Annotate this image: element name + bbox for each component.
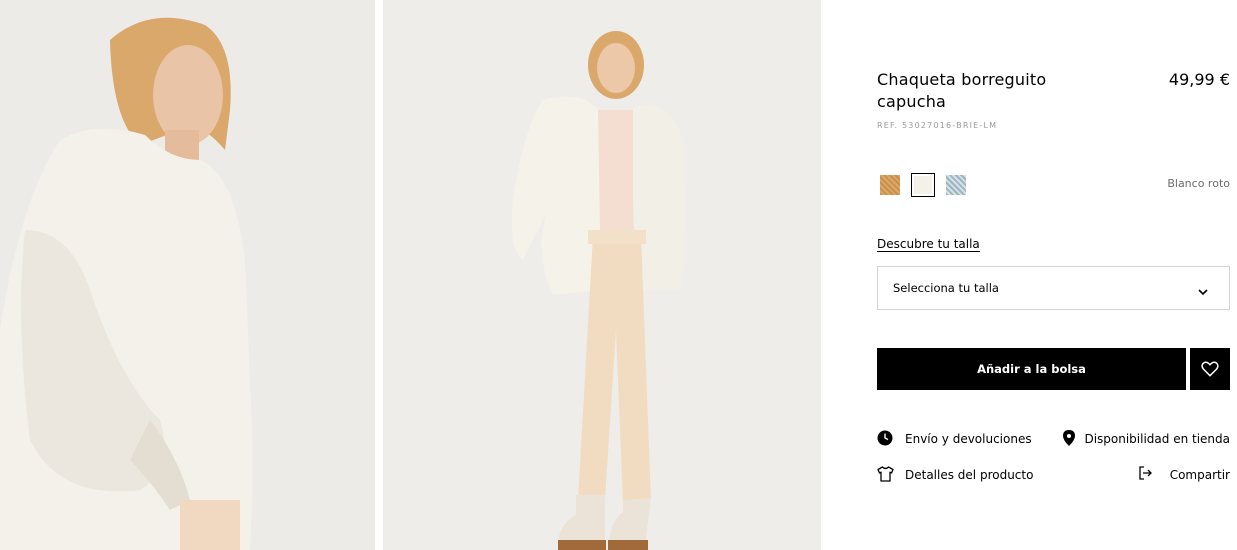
- shipping-returns-link[interactable]: Envío y devoluciones: [877, 430, 1032, 449]
- product-photo-closeup[interactable]: [0, 0, 375, 550]
- tshirt-icon: [877, 466, 894, 485]
- product-reference: REF. 53027016-BRIE-LM: [877, 121, 998, 130]
- color-swatch-blanco-roto[interactable]: [911, 173, 935, 197]
- model-closeup-image: [0, 0, 375, 550]
- store-availability-label: Disponibilidad en tienda: [1084, 432, 1230, 446]
- size-select[interactable]: Selecciona tu talla: [877, 266, 1230, 310]
- location-pin-icon: [1063, 430, 1076, 449]
- color-swatch-azul[interactable]: [946, 175, 966, 195]
- size-guide-link[interactable]: Descubre tu talla: [877, 237, 980, 251]
- wishlist-button[interactable]: [1190, 348, 1230, 390]
- shipping-returns-label: Envío y devoluciones: [905, 432, 1032, 446]
- size-select-placeholder: Selecciona tu talla: [893, 281, 999, 295]
- product-title: Chaqueta borreguito capucha: [877, 70, 1047, 111]
- heart-icon: [1201, 361, 1219, 377]
- share-arrow-icon: [1139, 466, 1153, 483]
- color-swatch-camel[interactable]: [880, 175, 900, 195]
- chevron-down-icon: [1197, 283, 1209, 302]
- store-availability-link[interactable]: Disponibilidad en tienda: [1063, 430, 1230, 449]
- swatch-fill: [914, 176, 932, 194]
- product-info-panel: Chaqueta borreguito capucha 49,99 € REF.…: [877, 0, 1230, 550]
- share-link[interactable]: Compartir: [1139, 466, 1230, 483]
- add-to-bag-button[interactable]: Añadir a la bolsa: [877, 348, 1186, 390]
- product-photo-fullbody[interactable]: [383, 0, 821, 550]
- selected-color-name: Blanco roto: [1167, 177, 1230, 190]
- model-fullbody-image: [383, 0, 821, 550]
- product-price: 49,99 €: [1168, 70, 1230, 89]
- product-details-link[interactable]: Detalles del producto: [877, 466, 1034, 485]
- product-details-label: Detalles del producto: [905, 468, 1034, 482]
- clock-icon: [877, 430, 893, 449]
